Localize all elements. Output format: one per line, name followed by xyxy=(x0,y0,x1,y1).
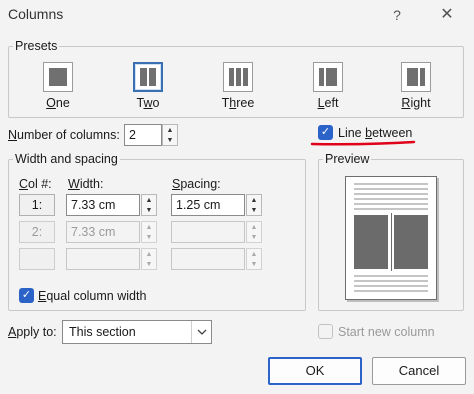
preview-legend: Preview xyxy=(323,152,372,166)
preset-right-label: Right xyxy=(401,96,431,110)
spin-up-icon: ▲ xyxy=(250,223,258,231)
help-icon[interactable]: ? xyxy=(386,4,408,26)
number-of-columns-input[interactable]: 2 xyxy=(124,124,162,146)
start-new-column-checkbox xyxy=(318,324,333,339)
spin-up-icon[interactable]: ▲ xyxy=(142,195,156,205)
width-spinner-2: ▲ ▼ xyxy=(141,221,157,243)
number-of-columns-spinner[interactable]: ▲ ▼ xyxy=(162,124,178,146)
spin-down-icon[interactable]: ▼ xyxy=(163,135,177,145)
preview-column-left xyxy=(354,215,388,269)
preset-left-label: Left xyxy=(317,96,339,110)
width-spacing-legend: Width and spacing xyxy=(13,152,120,166)
preset-three[interactable]: Three xyxy=(208,62,268,110)
right-column-icon xyxy=(401,62,431,92)
width-input-1[interactable]: 7.33 cm xyxy=(66,194,140,216)
preset-right[interactable]: Right xyxy=(386,62,446,110)
spacing-spinner-3: ▲ ▼ xyxy=(246,248,262,270)
preview-column-right xyxy=(394,215,428,269)
spin-up-icon[interactable]: ▲ xyxy=(247,195,261,205)
width-spinner-3: ▲ ▼ xyxy=(141,248,157,270)
spin-down-icon[interactable]: ▼ xyxy=(247,205,261,215)
apply-to-label: Apply to: xyxy=(8,325,57,339)
spacing-header: Spacing: xyxy=(172,177,221,191)
spin-down-icon: ▼ xyxy=(145,233,153,241)
col-number-1[interactable]: 1: xyxy=(19,194,55,216)
close-icon[interactable]: ✕ xyxy=(436,4,458,26)
equal-column-width-label: Equal column width xyxy=(38,289,147,303)
apply-to-select[interactable]: This section xyxy=(62,320,212,344)
width-header: Width: xyxy=(68,177,104,191)
preset-one-label: One xyxy=(46,96,70,110)
spin-up-icon: ▲ xyxy=(145,250,153,258)
spin-down-icon: ▼ xyxy=(250,260,258,268)
spacing-input-2 xyxy=(171,221,245,243)
preset-left[interactable]: Left xyxy=(298,62,358,110)
spacing-spinner-1[interactable]: ▲ ▼ xyxy=(246,194,262,216)
window-title: Columns xyxy=(8,6,64,22)
number-of-columns-label: Number of columns: xyxy=(8,128,120,142)
start-new-column-label: Start new column xyxy=(338,325,435,339)
col-number-header: Col #: xyxy=(19,177,52,191)
spin-down-icon[interactable]: ▼ xyxy=(142,205,156,215)
spin-up-icon[interactable]: ▲ xyxy=(163,125,177,135)
spin-up-icon: ▲ xyxy=(145,223,153,231)
col-number-3 xyxy=(19,248,55,270)
equal-column-width-checkbox[interactable]: ✓ xyxy=(19,288,34,303)
left-column-icon xyxy=(313,62,343,92)
width-spinner-1[interactable]: ▲ ▼ xyxy=(141,194,157,216)
width-input-3 xyxy=(66,248,140,270)
spin-down-icon: ▼ xyxy=(250,233,258,241)
one-column-icon xyxy=(43,62,73,92)
presets-legend: Presets xyxy=(13,39,60,53)
chevron-down-icon[interactable] xyxy=(191,321,211,343)
three-columns-icon xyxy=(223,62,253,92)
col-number-2: 2: xyxy=(19,221,55,243)
width-input-2: 7.33 cm xyxy=(66,221,140,243)
ok-button[interactable]: OK xyxy=(268,357,362,385)
spacing-input-3 xyxy=(171,248,245,270)
spacing-input-1[interactable]: 1.25 cm xyxy=(171,194,245,216)
preview-page xyxy=(345,176,437,300)
preset-two-label: Two xyxy=(136,96,160,110)
spin-up-icon: ▲ xyxy=(250,250,258,258)
spacing-spinner-2: ▲ ▼ xyxy=(246,221,262,243)
apply-to-value: This section xyxy=(69,325,136,339)
cancel-button[interactable]: Cancel xyxy=(372,357,466,385)
spin-down-icon: ▼ xyxy=(145,260,153,268)
preview-line-between xyxy=(391,213,392,271)
preset-three-label: Three xyxy=(221,96,255,110)
preset-two[interactable]: Two xyxy=(118,62,178,110)
preset-one[interactable]: One xyxy=(28,62,88,110)
red-annotation-underline xyxy=(310,140,416,146)
two-columns-icon xyxy=(133,62,163,92)
